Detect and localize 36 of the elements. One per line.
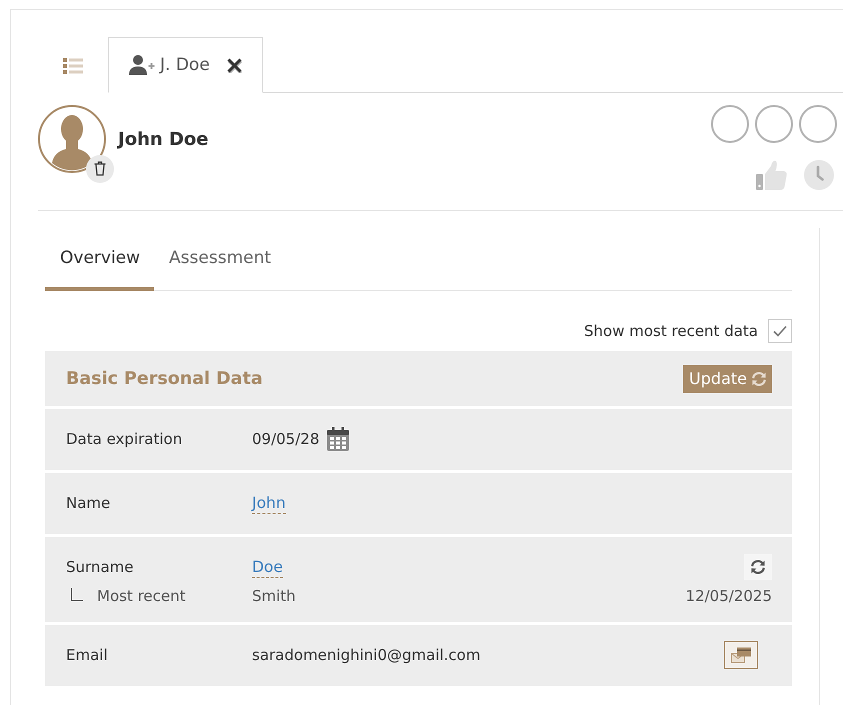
list-icon bbox=[63, 58, 83, 74]
section-tab[interactable]: Overview bbox=[45, 228, 154, 291]
ring-icon bbox=[755, 105, 793, 143]
section-title: Basic Personal Data bbox=[66, 368, 263, 388]
calendar-icon[interactable] bbox=[327, 427, 350, 451]
add-user-icon bbox=[129, 55, 155, 75]
section-tab[interactable]: Assessment bbox=[154, 228, 286, 291]
recent-value: Smith bbox=[252, 587, 297, 605]
recent-date: 12/05/2025 bbox=[686, 587, 772, 605]
field-label: Email bbox=[66, 646, 109, 664]
field-label: Data expiration bbox=[66, 430, 184, 448]
editable-value-link[interactable]: Doe bbox=[252, 556, 283, 578]
person-name: John Doe bbox=[118, 128, 208, 152]
refresh-icon bbox=[751, 370, 767, 386]
clock-icon bbox=[804, 160, 834, 190]
refresh-button[interactable] bbox=[744, 554, 772, 580]
envelope-card-icon bbox=[731, 647, 751, 663]
update-button[interactable]: Update bbox=[683, 364, 772, 392]
recent-data-checkbox[interactable] bbox=[768, 319, 792, 343]
checkbox-label: Show most recent data bbox=[584, 322, 758, 340]
field-label: Name bbox=[66, 494, 112, 512]
ring-icon bbox=[799, 105, 837, 143]
ring-icon bbox=[711, 105, 749, 143]
date-value: 09/05/28 bbox=[252, 430, 320, 448]
close-icon[interactable] bbox=[226, 58, 242, 72]
editable-value-link[interactable]: John bbox=[252, 492, 286, 514]
email-value: saradomenighini0@gmail.com bbox=[252, 646, 480, 664]
avatar-silhouette-icon bbox=[38, 105, 106, 173]
field-label: Most recent bbox=[97, 587, 186, 605]
field-label: Surname bbox=[66, 558, 134, 576]
send-email-button[interactable] bbox=[724, 641, 758, 669]
trash-icon[interactable] bbox=[86, 155, 114, 183]
thumbs-up-icon bbox=[756, 159, 788, 190]
person-tab[interactable]: J. Doe bbox=[108, 37, 263, 93]
tree-connector-icon bbox=[71, 588, 83, 601]
refresh-icon bbox=[750, 559, 766, 575]
